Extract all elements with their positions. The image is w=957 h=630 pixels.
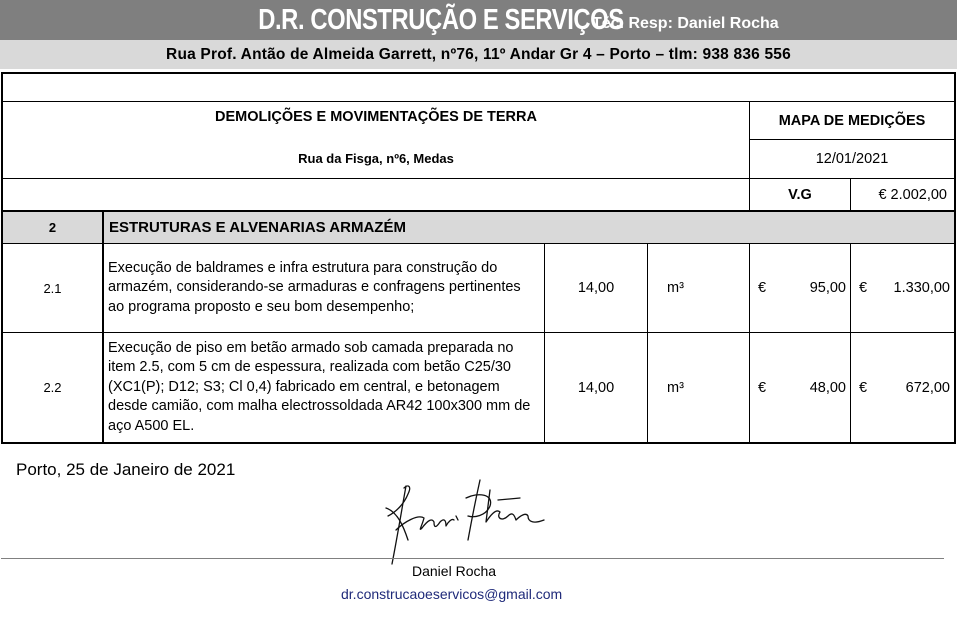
handwritten-signature [385, 479, 545, 565]
document-title-block: DEMOLIÇÕES E MOVIMENTAÇÕES DE TERRA Rua … [1, 101, 750, 179]
company-header: D.R. CONSTRUÇÃO E SERVIÇOS Téc. Resp: Da… [0, 0, 957, 40]
document-type: MAPA DE MEDIÇÕES [749, 101, 956, 140]
item-quantity: 14,00 [544, 332, 648, 444]
item-unit-price: € 48,00 [749, 332, 851, 444]
total-value: 1.330,00 [893, 280, 950, 296]
item-number: 2.1 [1, 243, 103, 333]
currency-symbol: € [859, 280, 868, 296]
item-number: 2.2 [1, 332, 103, 444]
signer-name: Daniel Rocha [412, 563, 497, 579]
site-address: Rua da Fisga, nº6, Medas [298, 151, 454, 166]
section-number: 2 [1, 210, 103, 244]
currency-symbol: € [859, 379, 868, 396]
document-date: 12/01/2021 [749, 139, 956, 179]
vg-spacer [1, 178, 750, 211]
item-total: € 1.330,00 [850, 243, 956, 333]
currency-symbol: € [758, 280, 767, 296]
item-unit: m³ [647, 332, 750, 444]
vg-total: € 2.002,00 [850, 178, 956, 211]
contact-email[interactable]: dr.construcaoeservicos@gmail.com [341, 586, 562, 602]
item-unit: m³ [647, 243, 750, 333]
document-title: DEMOLIÇÕES E MOVIMENTAÇÕES DE TERRA [215, 109, 537, 125]
signature-line [1, 558, 944, 559]
item-description: Execução de baldrames e infra estrutura … [102, 243, 545, 333]
measurements-table: DEMOLIÇÕES E MOVIMENTAÇÕES DE TERRA Rua … [0, 69, 957, 444]
company-address: Rua Prof. Antão de Almeida Garrett, nº76… [0, 40, 957, 69]
item-quantity: 14,00 [544, 243, 648, 333]
currency-symbol: € [758, 379, 767, 396]
section-title: ESTRUTURAS E ALVENARIAS ARMAZÉM [102, 210, 956, 244]
place-and-date: Porto, 25 de Janeiro de 2021 [16, 460, 236, 479]
vg-label: V.G [749, 178, 851, 211]
item-description: Execução de piso em betão armado sob cam… [102, 332, 545, 444]
unit-price-value: 95,00 [809, 280, 846, 296]
unit-price-value: 48,00 [809, 379, 846, 396]
company-name: D.R. CONSTRUÇÃO E SERVIÇOS [258, 4, 625, 36]
item-unit-price: € 95,00 [749, 243, 851, 333]
item-total: € 672,00 [850, 332, 956, 444]
blank-row [1, 72, 956, 102]
total-value: 672,00 [905, 379, 950, 396]
